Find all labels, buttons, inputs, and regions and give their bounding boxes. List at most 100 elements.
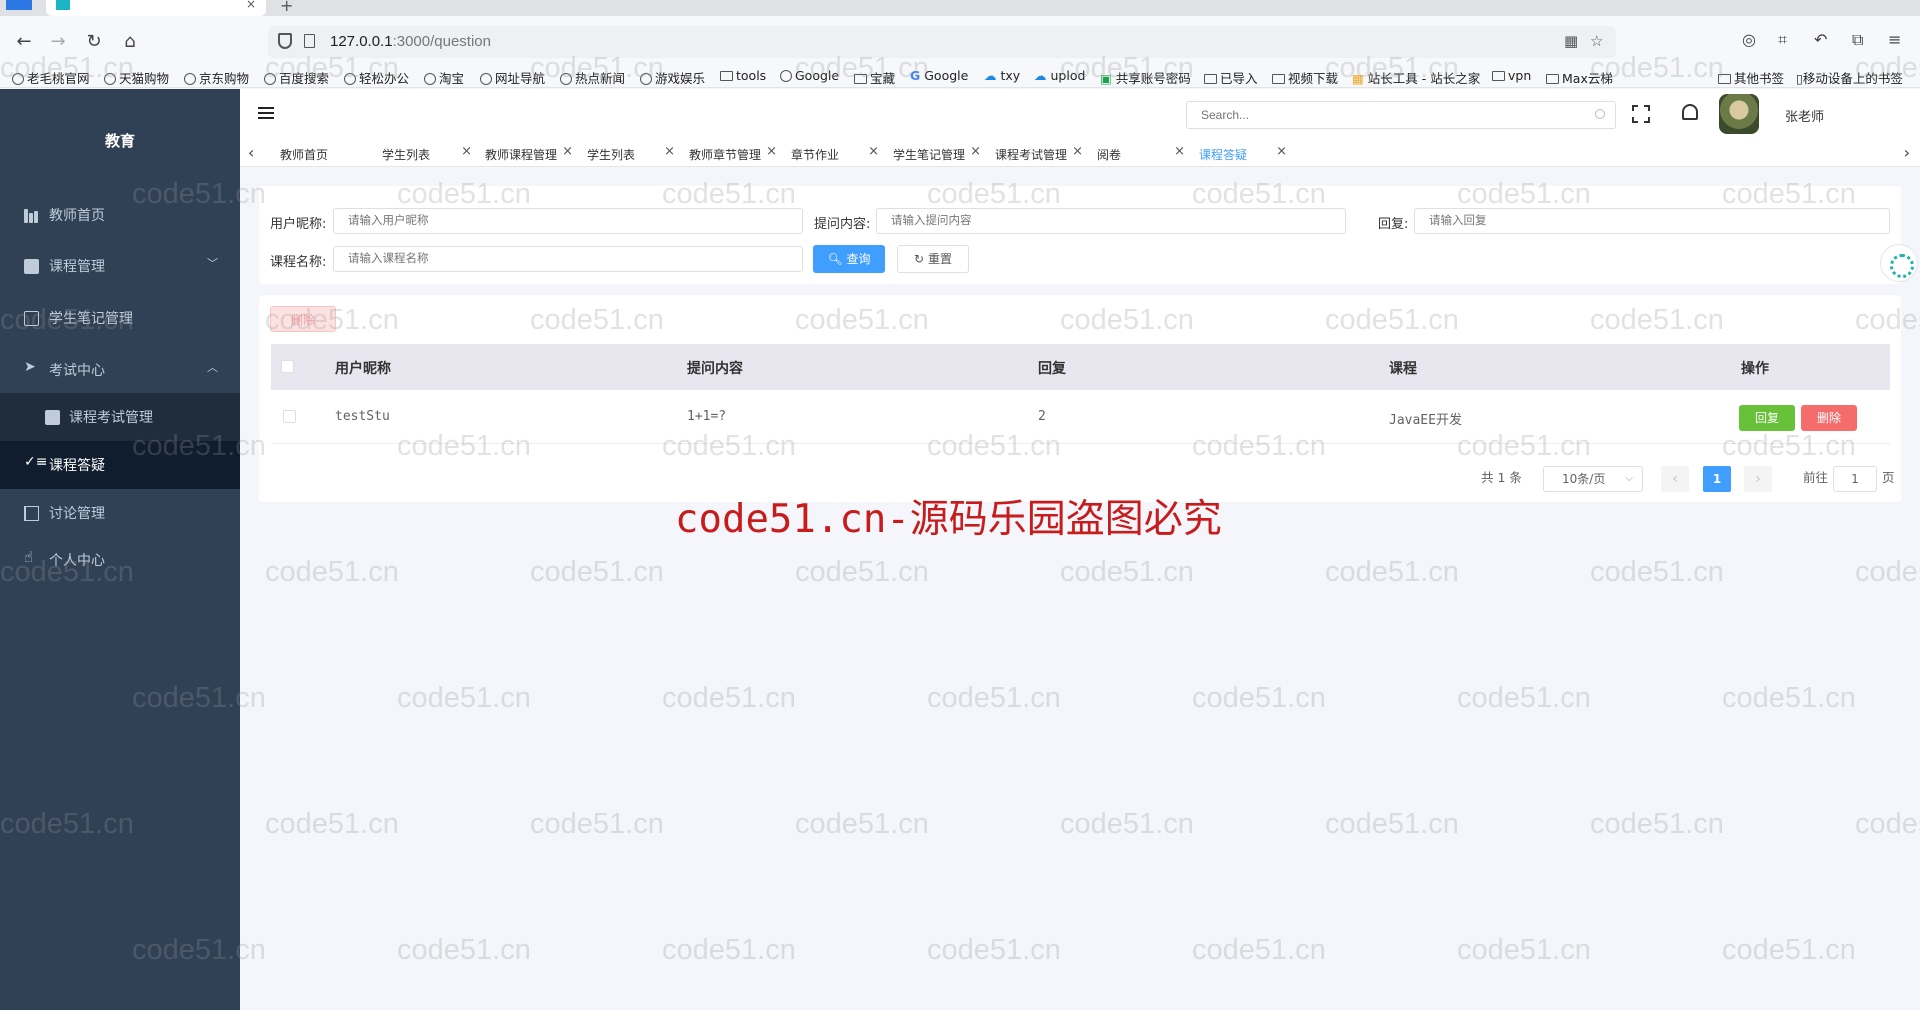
- forward-icon[interactable]: →: [46, 30, 70, 54]
- send-icon: ➤: [24, 359, 36, 375]
- browser-tab-close-icon[interactable]: ×: [246, 0, 256, 11]
- reply-button[interactable]: 回复: [1739, 405, 1795, 431]
- extensions-icon[interactable]: ⧉: [1852, 30, 1863, 50]
- scroll-right-icon[interactable]: ›: [1904, 143, 1910, 162]
- tag-item[interactable]: 学生笔记管理 ×: [893, 144, 981, 164]
- bookmark-item[interactable]: Google: [780, 68, 839, 83]
- tag-item-active[interactable]: 课程答疑 ×: [1199, 144, 1287, 164]
- bell-icon[interactable]: [1682, 104, 1698, 120]
- hamburger-icon[interactable]: [258, 107, 274, 119]
- tag-item[interactable]: 学生列表 ×: [382, 144, 472, 164]
- watermark-main: code51.cn-源码乐园盗图必究: [675, 497, 1222, 542]
- settings-gear-icon[interactable]: [1880, 244, 1918, 282]
- bulk-delete-button[interactable]: 删除: [270, 306, 336, 332]
- cell-nickname: testStu: [335, 409, 390, 424]
- page-size-select[interactable]: 10条/页 ⌵: [1543, 466, 1643, 492]
- bookmark-item[interactable]: 京东购物: [184, 68, 249, 87]
- url-text[interactable]: 127.0.0.1:3000/question: [330, 33, 491, 50]
- user-name[interactable]: 张老师: [1785, 106, 1824, 125]
- bookmark-folder[interactable]: 已导入: [1204, 68, 1258, 87]
- browser-menu-icon[interactable]: [6, 0, 32, 10]
- next-page-button[interactable]: ›: [1744, 466, 1772, 492]
- sidebar-item-course-exam-management[interactable]: 课程考试管理: [0, 393, 240, 441]
- bookmark-item[interactable]: ▣ 共享账号密码: [1100, 68, 1191, 87]
- tag-item[interactable]: 学生列表 ×: [587, 144, 675, 164]
- content-input[interactable]: [891, 209, 1313, 233]
- course-field[interactable]: [333, 246, 803, 272]
- sidebar-item-discussion[interactable]: 讨论管理: [0, 489, 240, 537]
- reply-field[interactable]: [1414, 208, 1890, 234]
- sidebar-item-exam-center[interactable]: ➤ 考试中心 ︿: [0, 346, 240, 394]
- watermark-text: code51.cn: [530, 556, 664, 588]
- avatar[interactable]: [1719, 94, 1759, 134]
- goto-label: 前往: [1803, 470, 1829, 485]
- bookmark-folder[interactable]: 视频下载: [1272, 68, 1338, 87]
- new-tab-icon[interactable]: +: [280, 0, 293, 15]
- bookmark-star-icon[interactable]: ☆: [1590, 32, 1603, 50]
- select-all-checkbox[interactable]: [281, 360, 294, 373]
- tag-item[interactable]: 章节作业 ×: [791, 144, 879, 164]
- bookmark-item[interactable]: ☁ txy: [984, 68, 1020, 83]
- bookmark-folder[interactable]: tools: [720, 68, 766, 83]
- page-info-icon[interactable]: [304, 34, 315, 48]
- bookmark-folder[interactable]: Max云梯: [1546, 68, 1613, 87]
- browser-tab[interactable]: ×: [46, 0, 266, 16]
- back-icon[interactable]: ←: [12, 30, 36, 54]
- bookmark-item[interactable]: 百度搜索: [264, 68, 329, 87]
- search-icon[interactable]: [1595, 109, 1605, 119]
- bookmark-item[interactable]: G Google: [910, 68, 968, 83]
- cell-course: JavaEE开发: [1389, 413, 1462, 428]
- checklist-icon: ✓≡: [24, 454, 48, 470]
- sidebar-item-course-qa[interactable]: ✓≡ 课程答疑: [0, 441, 240, 489]
- bookmark-folder[interactable]: 其他书签: [1718, 68, 1784, 87]
- qr-code-icon[interactable]: ▦: [1564, 32, 1578, 50]
- bookmark-item[interactable]: 游戏娱乐: [640, 68, 705, 87]
- tag-item[interactable]: 教师课程管理 ×: [485, 144, 573, 164]
- reply-input[interactable]: [1429, 209, 1856, 233]
- sidebar-item-label: 考试中心: [49, 363, 105, 379]
- reload-icon[interactable]: ↻: [82, 30, 106, 54]
- sidebar-item-personal-center[interactable]: ☝ 个人中心: [0, 536, 240, 584]
- bookmark-item[interactable]: 天猫购物: [104, 68, 169, 87]
- nickname-input[interactable]: [348, 209, 770, 233]
- account-icon[interactable]: ◎: [1742, 30, 1756, 49]
- browser-menu-icon[interactable]: ≡: [1888, 30, 1901, 49]
- header-search[interactable]: [1186, 101, 1616, 129]
- crop-icon[interactable]: ⌗: [1778, 30, 1787, 50]
- sidebar-item-student-notes[interactable]: 学生笔记管理: [0, 294, 240, 342]
- fullscreen-icon[interactable]: [1632, 105, 1650, 123]
- bookmark-item[interactable]: 热点新闻: [560, 68, 625, 87]
- bookmark-item[interactable]: ▦ 站长工具 - 站长之家: [1352, 68, 1480, 87]
- address-bar[interactable]: 127.0.0.1:3000/question ▦ ☆: [268, 26, 1616, 58]
- undo-icon[interactable]: ↶: [1814, 30, 1827, 49]
- bookmark-item[interactable]: 轻松办公: [344, 68, 409, 87]
- bookmark-item[interactable]: 淘宝: [424, 68, 464, 87]
- bookmark-item[interactable]: ☁ uplod: [1034, 68, 1085, 83]
- reset-button[interactable]: ↻ 重置: [897, 245, 969, 273]
- refresh-icon: ↻: [914, 252, 925, 266]
- page-number-active[interactable]: 1: [1703, 466, 1731, 492]
- bookmark-folder[interactable]: 宝藏: [854, 68, 895, 87]
- course-input[interactable]: [348, 247, 770, 271]
- search-button[interactable]: 🔍︎ 查询: [813, 245, 885, 273]
- goto-page-input[interactable]: 1: [1833, 466, 1877, 492]
- scroll-left-icon[interactable]: ‹: [248, 143, 254, 162]
- bookmark-folder[interactable]: vpn: [1492, 68, 1531, 83]
- tag-item[interactable]: 阅卷 ×: [1097, 144, 1185, 164]
- search-input[interactable]: [1201, 102, 1581, 128]
- prev-page-button[interactable]: ‹: [1661, 466, 1689, 492]
- content-field[interactable]: [876, 208, 1346, 234]
- delete-button[interactable]: 删除: [1801, 405, 1857, 431]
- bookmark-folder[interactable]: ▯移动设备上的书签: [1796, 68, 1903, 87]
- sidebar-item-teacher-home[interactable]: 教师首页: [0, 191, 240, 239]
- clipboard-icon: [24, 259, 39, 274]
- sidebar-item-course-management[interactable]: 课程管理 ﹀: [0, 242, 240, 290]
- tag-item[interactable]: 教师章节管理 ×: [689, 144, 777, 164]
- home-icon[interactable]: ⌂: [118, 30, 142, 54]
- row-checkbox[interactable]: [283, 410, 296, 423]
- bookmark-item[interactable]: 网址导航: [480, 68, 545, 87]
- tag-item[interactable]: 课程考试管理 ×: [995, 144, 1083, 164]
- nickname-field[interactable]: [333, 208, 803, 234]
- bookmark-item[interactable]: 老毛桃官网: [12, 68, 90, 87]
- tag-item[interactable]: 教师首页: [280, 144, 366, 164]
